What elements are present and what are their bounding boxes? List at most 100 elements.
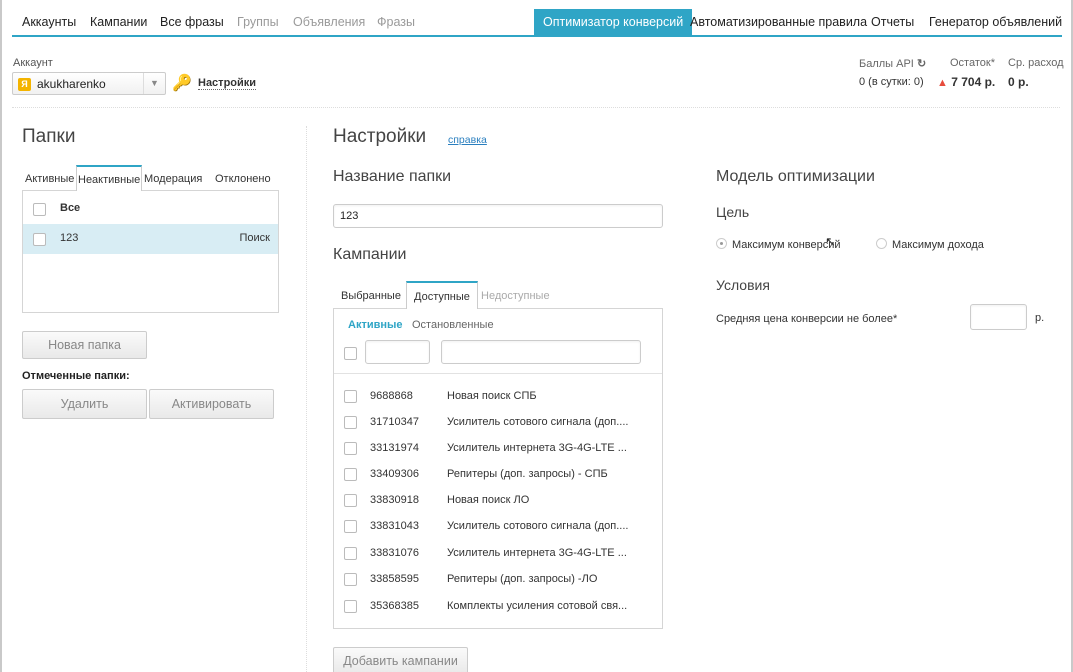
campaign-list: Активные Остановленные 9688868 Новая пои… bbox=[333, 308, 663, 629]
filter-divider bbox=[334, 373, 662, 374]
folders-tab-active[interactable]: Активные bbox=[25, 173, 74, 185]
campaign-row[interactable]: 35368385 Комплекты усиления сотовой свя.… bbox=[334, 593, 662, 619]
campaigns-label: Кампании bbox=[333, 246, 407, 263]
campaign-row[interactable]: 33831043 Усилитель сотового сигнала (доп… bbox=[334, 513, 662, 539]
nav-tab-conversion-optimizer[interactable]: Оптимизатор конверсий bbox=[534, 9, 693, 35]
campaign-row[interactable]: 9688868 Новая поиск СПБ bbox=[334, 383, 662, 409]
account-label: Аккаунт bbox=[13, 57, 53, 69]
campaign-id: 33831043 bbox=[370, 520, 419, 532]
account-settings-link[interactable]: Настройки bbox=[198, 77, 257, 90]
balance-value: 7 704 р. bbox=[951, 75, 996, 89]
header-divider bbox=[12, 107, 1060, 108]
campaign-id: 33830918 bbox=[370, 494, 419, 506]
campaign-name: Усилитель интернета 3G-4G-LTE ... bbox=[447, 442, 627, 454]
avg-price-label: Средняя цена конверсии не более* bbox=[716, 313, 898, 325]
campaigns-tab-unavailable[interactable]: Недоступные bbox=[481, 290, 550, 302]
campaign-name: Репитеры (доп. запросы) -ЛО bbox=[447, 573, 598, 585]
optimization-model-title: Модель оптимизации bbox=[716, 168, 875, 185]
campaign-id-filter[interactable] bbox=[365, 340, 430, 364]
folders-tab-moderation[interactable]: Модерация bbox=[144, 173, 202, 185]
nav-tab-ad-generator[interactable]: Генератор объявлений bbox=[929, 9, 1062, 35]
account-select[interactable]: Я akukharenko ▼ bbox=[12, 72, 166, 95]
campaign-row[interactable]: 33131974 Усилитель интернета 3G-4G-LTE .… bbox=[334, 435, 662, 461]
nav-tab-reports[interactable]: Отчеты bbox=[871, 9, 914, 35]
nav-tab-campaigns[interactable]: Кампании bbox=[90, 9, 147, 35]
refresh-icon[interactable]: ↻ bbox=[917, 58, 926, 70]
marked-folders-label: Отмеченные папки: bbox=[22, 370, 130, 382]
nav-tab-groups[interactable]: Группы bbox=[237, 9, 279, 35]
campaign-row[interactable]: 33831076 Усилитель интернета 3G-4G-LTE .… bbox=[334, 540, 662, 566]
campaign-checkbox[interactable] bbox=[344, 442, 357, 455]
nav-tab-automated-rules[interactable]: Автоматизированные правила bbox=[690, 9, 867, 35]
folders-tab-inactive[interactable]: Неактивные bbox=[76, 165, 143, 191]
yandex-badge-icon: Я bbox=[18, 78, 31, 91]
top-nav: Аккаунты Кампании Все фразы Группы Объяв… bbox=[12, 9, 1062, 37]
subtab-stopped[interactable]: Остановленные bbox=[412, 319, 494, 331]
campaign-name: Усилитель сотового сигнала (доп.... bbox=[447, 520, 629, 532]
keys-icon[interactable]: 🔑 bbox=[172, 73, 192, 93]
delete-button[interactable]: Удалить bbox=[22, 389, 147, 419]
campaign-checkbox[interactable] bbox=[344, 416, 357, 429]
all-label: Все bbox=[60, 202, 81, 214]
folder-row-all[interactable]: Все bbox=[23, 194, 278, 224]
nav-tab-ads[interactable]: Объявления bbox=[293, 9, 365, 35]
api-points-label: Баллы API ↻ bbox=[859, 58, 927, 70]
campaign-name-filter[interactable] bbox=[441, 340, 641, 364]
account-name: akukharenko bbox=[37, 77, 106, 91]
new-folder-button[interactable]: Новая папка bbox=[22, 331, 147, 359]
campaign-id: 33831076 bbox=[370, 547, 419, 559]
campaign-checkbox[interactable] bbox=[344, 573, 357, 586]
folder-row[interactable]: 123 Поиск bbox=[23, 224, 278, 254]
select-all-checkbox[interactable] bbox=[33, 203, 46, 216]
goal-label-max-revenue[interactable]: Максимум дохода bbox=[892, 239, 984, 251]
campaign-name: Новая поиск ЛО bbox=[447, 494, 530, 506]
campaign-id: 33131974 bbox=[370, 442, 419, 454]
campaign-checkbox[interactable] bbox=[344, 600, 357, 613]
campaign-row[interactable]: 31710347 Усилитель сотового сигнала (доп… bbox=[334, 409, 662, 435]
currency-label: р. bbox=[1035, 312, 1045, 324]
folder-list: Все 123 Поиск bbox=[22, 190, 279, 313]
column-divider bbox=[306, 126, 307, 672]
folder-name: 123 bbox=[60, 232, 79, 244]
campaign-row[interactable]: 33858595 Репитеры (доп. запросы) -ЛО bbox=[334, 566, 662, 592]
chevron-down-icon[interactable]: ▼ bbox=[143, 73, 165, 94]
conditions-label: Условия bbox=[716, 277, 770, 293]
nav-tab-phrases[interactable]: Фразы bbox=[377, 9, 415, 35]
campaign-checkbox[interactable] bbox=[344, 520, 357, 533]
campaign-id: 35368385 bbox=[370, 600, 419, 612]
campaigns-tab-selected[interactable]: Выбранные bbox=[341, 290, 401, 302]
balance-label: Остаток* bbox=[950, 57, 995, 69]
activate-button[interactable]: Активировать bbox=[149, 389, 274, 419]
mouse-cursor-icon: ↖ bbox=[825, 234, 836, 249]
nav-tab-accounts[interactable]: Аккаунты bbox=[22, 9, 76, 35]
campaign-checkbox[interactable] bbox=[344, 547, 357, 560]
campaign-name: Комплекты усиления сотовой свя... bbox=[447, 600, 628, 612]
campaign-id: 9688868 bbox=[370, 390, 413, 402]
folders-title: Папки bbox=[22, 126, 76, 147]
settings-title: Настройки bbox=[333, 126, 427, 147]
select-all-campaigns-checkbox[interactable] bbox=[344, 347, 357, 360]
api-points-value: 0 (в сутки: 0) bbox=[859, 76, 924, 88]
avg-price-input[interactable] bbox=[970, 304, 1027, 330]
goal-radio-max-conversions[interactable] bbox=[716, 238, 727, 249]
help-link[interactable]: справка bbox=[448, 134, 487, 146]
campaigns-tab-available[interactable]: Доступные bbox=[406, 281, 478, 309]
campaign-checkbox[interactable] bbox=[344, 468, 357, 481]
campaign-row[interactable]: 33409306 Репитеры (доп. запросы) - СПБ bbox=[334, 461, 662, 487]
avg-spend-label: Ср. расход bbox=[1008, 57, 1064, 69]
subtab-active[interactable]: Активные bbox=[348, 319, 403, 331]
goal-label: Цель bbox=[716, 204, 750, 220]
campaign-name: Репитеры (доп. запросы) - СПБ bbox=[447, 468, 608, 480]
folder-checkbox[interactable] bbox=[33, 233, 46, 246]
folders-tab-rejected[interactable]: Отклонено bbox=[215, 173, 271, 185]
campaign-name: Новая поиск СПБ bbox=[447, 390, 537, 402]
nav-tab-all-phrases[interactable]: Все фразы bbox=[160, 9, 224, 35]
campaign-checkbox[interactable] bbox=[344, 390, 357, 403]
campaign-row[interactable]: 33830918 Новая поиск ЛО bbox=[334, 487, 662, 513]
campaign-id: 33858595 bbox=[370, 573, 419, 585]
folder-name-input[interactable]: 123 bbox=[333, 204, 663, 228]
campaign-name: Усилитель интернета 3G-4G-LTE ... bbox=[447, 547, 627, 559]
goal-radio-max-revenue[interactable] bbox=[876, 238, 887, 249]
add-campaigns-button[interactable]: Добавить кампании bbox=[333, 647, 468, 672]
campaign-checkbox[interactable] bbox=[344, 494, 357, 507]
